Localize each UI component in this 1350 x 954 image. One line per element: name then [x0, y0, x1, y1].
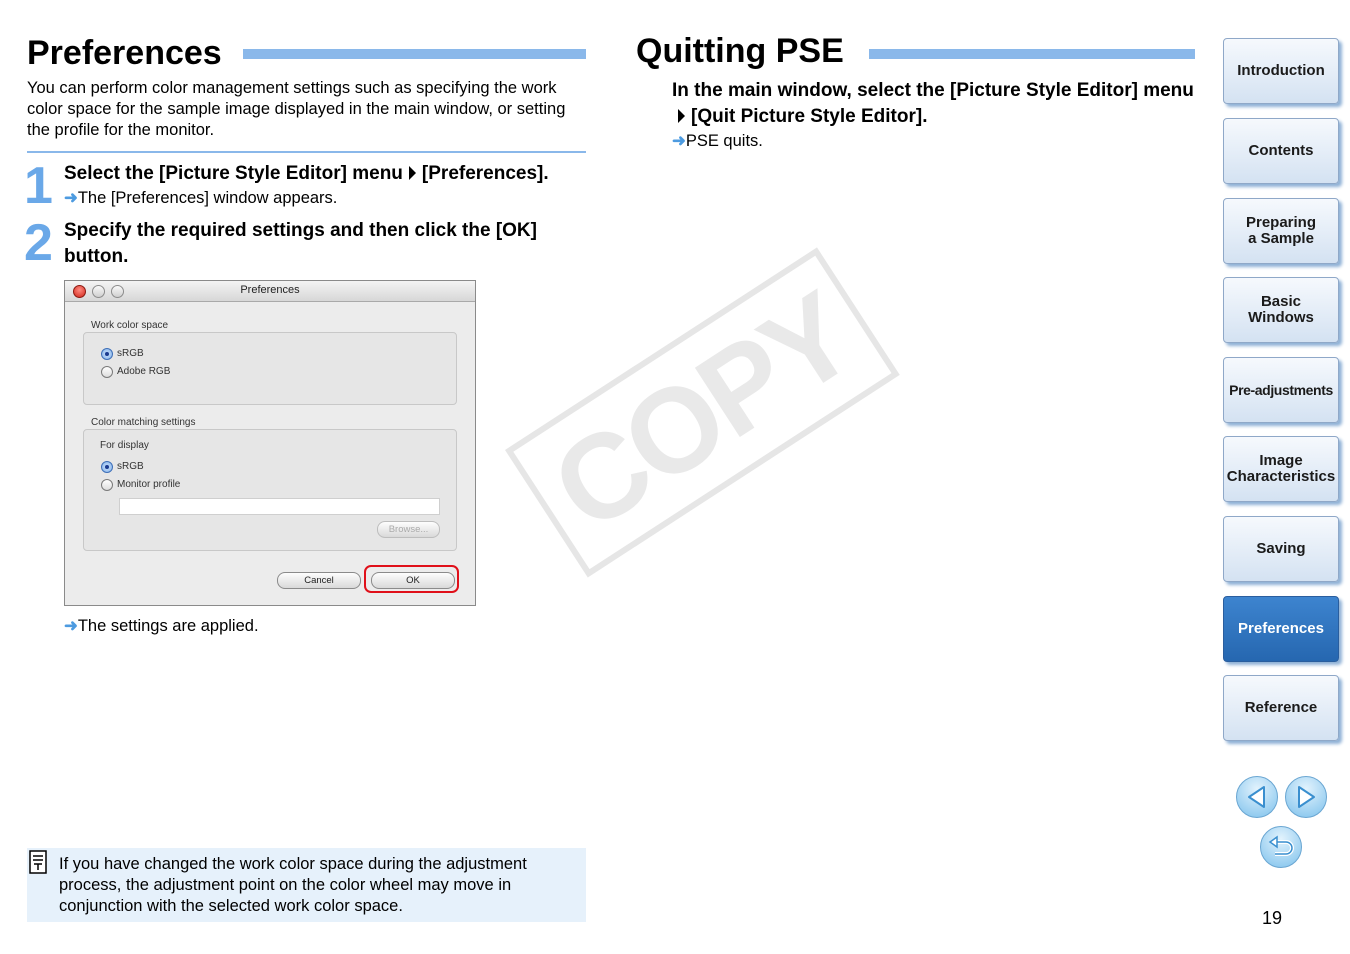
step-1-title-a: Select the [Picture Style Editor] menu: [64, 163, 403, 184]
quitting-result-text: PSE quits.: [685, 132, 763, 150]
nav-preadj-label: Pre-adjustments: [1229, 382, 1333, 398]
nav-preparing-label: Preparing a Sample: [1246, 215, 1316, 247]
section-divider: [27, 151, 586, 153]
step-1-result: ➜The [Preferences] window appears.: [64, 188, 337, 209]
browse-button[interactable]: Browse...: [377, 521, 440, 538]
step-1-number: 1: [24, 157, 53, 215]
step-1-title: Select the [Picture Style Editor] menu [P…: [64, 161, 549, 187]
quitting-result: ➜PSE quits.: [672, 131, 763, 152]
menu-arrow-icon: [678, 109, 685, 123]
srgb-radio[interactable]: [101, 348, 113, 360]
display-srgb-radio[interactable]: [101, 461, 113, 473]
color-matching-group: For display sRGB Monitor profile Browse.…: [83, 429, 457, 551]
work-color-space-group: sRGB Adobe RGB: [83, 332, 457, 405]
page-title: Preferences: [27, 34, 222, 72]
step-2-title: Specify the required settings and then c…: [64, 220, 537, 267]
srgb-label: sRGB: [117, 348, 144, 359]
preferences-dialog: Preferences Work color space sRGB Adobe …: [64, 280, 476, 606]
nav-image-line2: Characteristics: [1226, 468, 1336, 485]
dialog-title: Preferences: [240, 284, 300, 296]
previous-page-button[interactable]: [1236, 776, 1278, 818]
title-bar: [243, 49, 586, 59]
quitting-title: Quitting PSE: [636, 32, 844, 70]
nav-reference-label: Reference: [1244, 699, 1318, 716]
nav-image-line1: Image: [1259, 452, 1303, 469]
next-page-button[interactable]: [1285, 776, 1327, 818]
copy-watermark: COPY: [505, 247, 900, 578]
quitting-step: In the main window, select the [Picture …: [672, 78, 1197, 130]
color-matching-label: Color matching settings: [91, 417, 196, 428]
nav-saving-label: Saving: [1256, 540, 1306, 557]
nav-pre-adjustments[interactable]: Pre-adjustments: [1223, 357, 1339, 423]
quitting-step-b: [Quit Picture Style Editor].: [691, 106, 928, 127]
step-1-result-text: The [Preferences] window appears.: [77, 189, 338, 207]
nav-contents-label: Contents: [1248, 142, 1314, 159]
nav-basic-windows[interactable]: Basic Windows: [1223, 277, 1339, 343]
note-box: If you have changed the work color space…: [27, 848, 586, 922]
nav-reference[interactable]: Reference: [1223, 675, 1339, 741]
monitor-profile-label: Monitor profile: [117, 479, 181, 490]
work-color-space-label: Work color space: [91, 320, 169, 331]
profile-path-field[interactable]: [119, 498, 440, 515]
ok-highlight-ring: [364, 565, 459, 593]
nav-preferences-label: Preferences: [1238, 620, 1324, 637]
for-display-label: For display: [100, 440, 149, 451]
note-text: If you have changed the work color space…: [59, 855, 527, 915]
return-button[interactable]: [1260, 826, 1302, 868]
result-arrow-icon: ➜: [672, 132, 686, 150]
nav-image-characteristics[interactable]: Image Characteristics: [1223, 436, 1339, 502]
nav-preparing-sample[interactable]: Preparing a Sample: [1223, 198, 1339, 264]
nav-basic-line1: Basic: [1260, 293, 1301, 310]
intro-text: You can perform color management setting…: [27, 79, 566, 139]
arrow-right-icon: [1298, 786, 1315, 808]
watermark-text: COPY: [505, 247, 900, 578]
nav-basic-label: Basic Windows: [1248, 294, 1314, 326]
nav-saving[interactable]: Saving: [1223, 516, 1339, 582]
step-2-number: 2: [24, 214, 53, 272]
memo-icon: [29, 850, 47, 874]
display-srgb-label: sRGB: [117, 461, 144, 472]
step-2-result: ➜The settings are applied.: [64, 616, 259, 637]
step-2-result-text: The settings are applied.: [77, 617, 259, 635]
nav-introduction-label: Introduction: [1237, 62, 1325, 79]
nav-introduction[interactable]: Introduction: [1223, 38, 1339, 104]
return-icon: [1268, 835, 1294, 856]
adobe-rgb-radio[interactable]: [101, 366, 113, 378]
arrow-left-icon: [1248, 786, 1265, 808]
adobe-rgb-label: Adobe RGB: [117, 366, 171, 377]
cancel-button[interactable]: Cancel: [277, 572, 361, 589]
nav-preparing-line2: a Sample: [1248, 230, 1314, 247]
nav-basic-line2: Windows: [1248, 309, 1314, 326]
page-number: 19: [1262, 908, 1283, 928]
monitor-profile-radio[interactable]: [101, 479, 113, 491]
result-arrow-icon: ➜: [64, 617, 78, 635]
menu-arrow-icon: [408, 166, 416, 180]
step-1-title-b: [Preferences].: [421, 163, 549, 184]
nav-preparing-line1: Preparing: [1245, 214, 1317, 231]
nav-image-label: Image Characteristics: [1227, 453, 1335, 485]
dialog-titlebar: Preferences: [65, 281, 475, 302]
nav-preferences[interactable]: Preferences: [1223, 596, 1339, 662]
nav-contents[interactable]: Contents: [1223, 118, 1339, 184]
result-arrow-icon: ➜: [64, 189, 78, 207]
quitting-title-bar: [869, 49, 1195, 59]
quitting-step-a: In the main window, select the [Picture …: [672, 80, 1194, 101]
